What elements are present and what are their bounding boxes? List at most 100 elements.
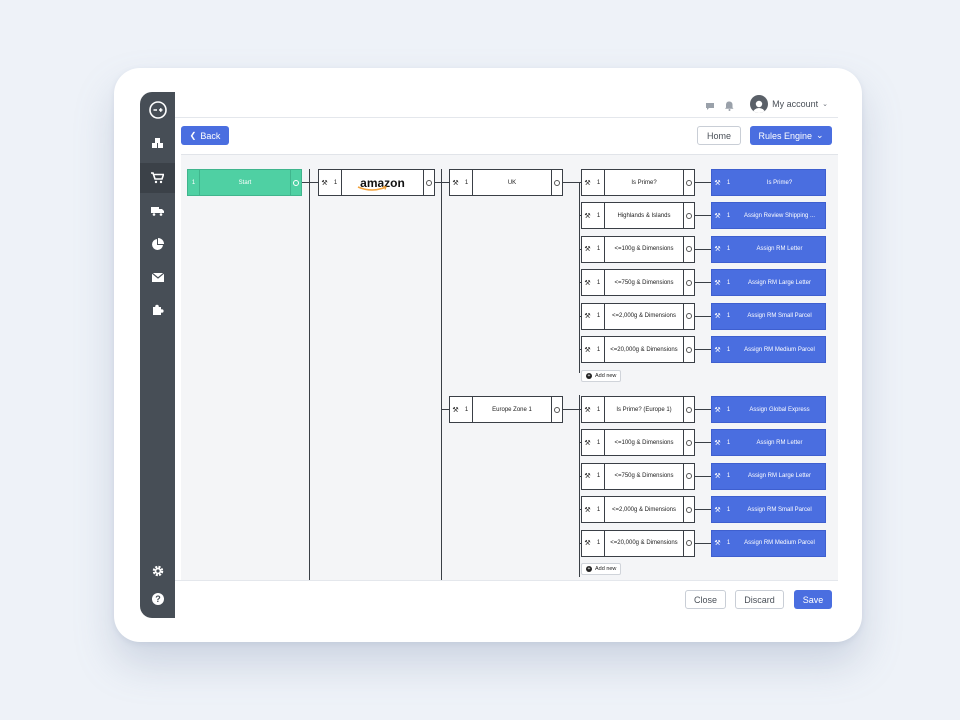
rule-node[interactable]: ⚒ 1 <=20,000g & Dimensions: [581, 336, 695, 363]
action-node[interactable]: ⚒ 1 Assign RM Small Parcel: [711, 302, 826, 330]
wrench-icon[interactable]: ⚒: [712, 337, 723, 362]
rule-node[interactable]: ⚒ 1 <=2,000g & Dimensions: [581, 496, 695, 524]
wrench-icon[interactable]: ⚒: [582, 497, 593, 522]
rules-engine-dropdown[interactable]: Rules Engine ⌄: [750, 126, 832, 145]
rule-node[interactable]: ⚒ 1 <=20,000g & Dimensions: [581, 529, 695, 557]
node-count: 1: [726, 212, 731, 219]
action-node[interactable]: ⚒ 1 Assign RM Letter: [711, 235, 826, 263]
settings-icon[interactable]: [140, 556, 175, 586]
wrench-icon[interactable]: ⚒: [582, 531, 593, 556]
settings-icon[interactable]: [684, 497, 694, 522]
connector: [695, 349, 711, 350]
chat-icon[interactable]: [705, 98, 715, 116]
wrench-icon[interactable]: ⚒: [582, 270, 593, 295]
settings-icon[interactable]: [684, 337, 694, 362]
node-label: <=100g & Dimensions: [604, 236, 684, 262]
wrench-icon[interactable]: ⚒: [712, 464, 723, 489]
wrench-icon[interactable]: ⚒: [319, 170, 330, 195]
back-button[interactable]: ❮ Back: [181, 126, 229, 145]
settings-icon[interactable]: [684, 203, 694, 228]
settings-icon[interactable]: [684, 397, 694, 422]
settings-icon[interactable]: [684, 170, 694, 195]
wrench-icon[interactable]: ⚒: [450, 170, 461, 195]
wrench-icon[interactable]: ⚒: [712, 304, 723, 329]
settings-icon[interactable]: [291, 170, 301, 195]
action-node[interactable]: ⚒ 1 Assign RM Small Parcel: [711, 496, 826, 524]
settings-icon[interactable]: [552, 397, 562, 422]
node-label: Assign RM Large Letter: [747, 279, 812, 286]
truck-icon[interactable]: [140, 196, 175, 226]
wrench-icon[interactable]: ⚒: [582, 430, 593, 455]
rule-node[interactable]: ⚒ 1 <=100g & Dimensions: [581, 235, 695, 263]
settings-icon[interactable]: [684, 430, 694, 455]
save-button[interactable]: Save: [794, 590, 832, 609]
action-node[interactable]: ⚒ 1 Assign RM Large Letter: [711, 462, 826, 490]
wrench-icon[interactable]: ⚒: [450, 397, 461, 422]
action-node[interactable]: ⚒ 1 Assign RM Medium Parcel: [711, 529, 826, 557]
action-node[interactable]: ⚒ 1 Is Prime?: [711, 169, 826, 196]
node-count: 1: [726, 279, 731, 286]
wrench-icon[interactable]: ⚒: [712, 497, 723, 522]
account-menu[interactable]: My account ⌄: [750, 94, 828, 114]
start-node[interactable]: 1 Start: [187, 169, 302, 196]
node-count: 1: [596, 179, 601, 186]
chevron-down-icon: ⌄: [822, 101, 828, 108]
action-node[interactable]: ⚒ 1 Assign Review Shipping ...: [711, 202, 826, 230]
node-label: <=2,000g & Dimensions: [604, 497, 684, 523]
region-node[interactable]: ⚒ 1 UK: [449, 169, 563, 196]
settings-icon[interactable]: [552, 170, 562, 195]
action-node[interactable]: ⚒ 1 Assign RM Letter: [711, 429, 826, 457]
node-label: Assign RM Medium Parcel: [744, 346, 815, 353]
node-count: 1: [596, 540, 601, 547]
wrench-icon[interactable]: ⚒: [712, 430, 723, 455]
wrench-icon[interactable]: ⚒: [712, 203, 723, 228]
add-new-button[interactable]: + Add new: [581, 370, 622, 382]
wrench-icon[interactable]: ⚒: [582, 237, 593, 262]
settings-icon[interactable]: [684, 270, 694, 295]
logo-icon[interactable]: [140, 96, 175, 124]
wrench-icon[interactable]: ⚒: [712, 531, 723, 556]
rule-node[interactable]: ⚒ 1 <=100g & Dimensions: [581, 429, 695, 457]
rule-node[interactable]: ⚒ 1 <=750g & Dimensions: [581, 269, 695, 297]
rule-node[interactable]: ⚒ 1 Is Prime?: [581, 169, 695, 196]
wrench-icon[interactable]: ⚒: [582, 337, 593, 362]
puzzle-icon[interactable]: [140, 295, 175, 325]
settings-icon[interactable]: [424, 170, 434, 195]
wrench-icon[interactable]: ⚒: [582, 304, 593, 329]
settings-icon[interactable]: [684, 531, 694, 556]
rule-node[interactable]: ⚒ 1 Is Prime? (Europe 1): [581, 396, 695, 423]
mail-icon[interactable]: [140, 262, 175, 292]
node-label: <=750g & Dimensions: [604, 463, 684, 489]
bell-icon[interactable]: [725, 98, 734, 116]
wrench-icon[interactable]: ⚒: [712, 170, 723, 195]
region-node[interactable]: ⚒ 1 Europe Zone 1: [449, 396, 563, 423]
home-button[interactable]: Home: [697, 126, 741, 145]
node-count: 1: [596, 279, 601, 286]
cart-icon[interactable]: [140, 163, 175, 193]
action-node[interactable]: ⚒ 1 Assign RM Large Letter: [711, 269, 826, 297]
discard-button[interactable]: Discard: [735, 590, 784, 609]
rule-node[interactable]: ⚒ 1 <=2,000g & Dimensions: [581, 302, 695, 330]
add-new-button[interactable]: + Add new: [581, 563, 622, 575]
inventory-icon[interactable]: [140, 128, 175, 158]
wrench-icon[interactable]: ⚒: [582, 464, 593, 489]
close-button[interactable]: Close: [685, 590, 726, 609]
action-node[interactable]: ⚒ 1 Assign RM Medium Parcel: [711, 336, 826, 363]
action-node[interactable]: ⚒ 1 Assign Global Express: [711, 396, 826, 423]
wrench-icon[interactable]: ⚒: [712, 397, 723, 422]
wrench-icon[interactable]: ⚒: [582, 203, 593, 228]
settings-icon[interactable]: [684, 464, 694, 489]
wrench-icon[interactable]: ⚒: [712, 237, 723, 262]
wrench-icon[interactable]: ⚒: [712, 270, 723, 295]
settings-icon[interactable]: [684, 304, 694, 329]
settings-icon[interactable]: [684, 237, 694, 262]
node-label: Assign Global Express: [749, 406, 810, 413]
rule-node[interactable]: ⚒ 1 Highlands & Islands: [581, 202, 695, 230]
connector: [579, 395, 580, 577]
pie-chart-icon[interactable]: [140, 229, 175, 259]
wrench-icon[interactable]: ⚒: [582, 170, 593, 195]
wrench-icon[interactable]: ⚒: [582, 397, 593, 422]
rule-node[interactable]: ⚒ 1 <=750g & Dimensions: [581, 462, 695, 490]
connector: [695, 215, 711, 217]
help-icon[interactable]: ?: [140, 584, 175, 614]
